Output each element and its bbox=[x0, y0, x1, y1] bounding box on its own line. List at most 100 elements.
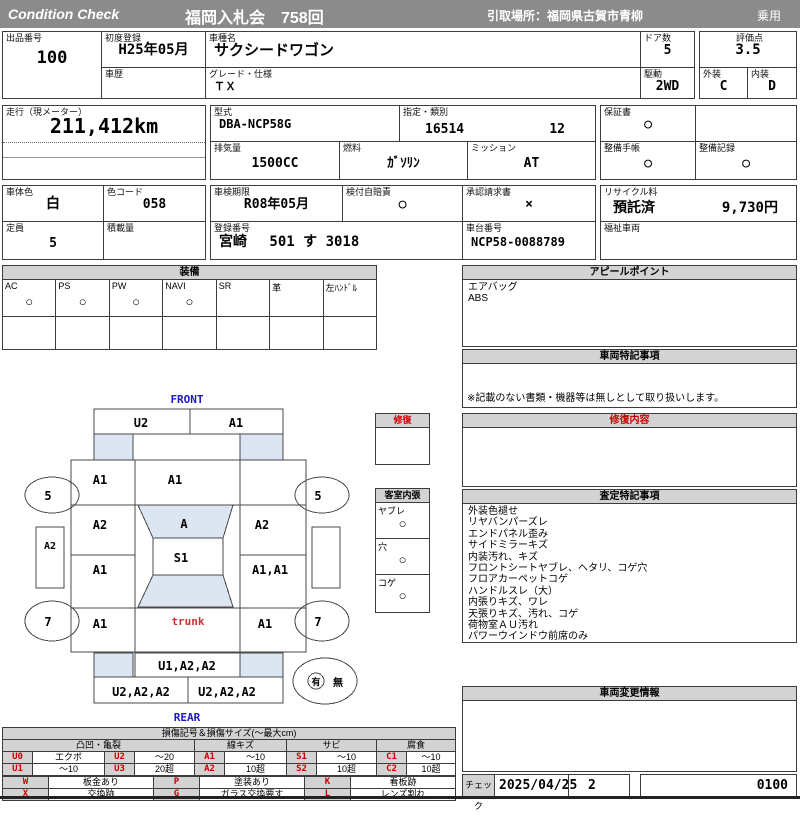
equipment-label: NAVI bbox=[165, 281, 186, 291]
capacity-value: 5 bbox=[49, 236, 57, 251]
assessment-line: ハンドルスレ（大） bbox=[468, 585, 558, 597]
change-info-title: 車両変更情報 bbox=[463, 687, 796, 701]
equipment-label: 左ﾊﾝﾄﾞﾙ bbox=[325, 283, 358, 293]
equipment-empty-cell bbox=[55, 317, 108, 349]
appeal-points-title: アピールポイント bbox=[463, 266, 796, 280]
model-code-value: DBA-NCP58G bbox=[219, 117, 292, 131]
chassis-number-box: 車台番号 NCP58-0088789 bbox=[462, 221, 596, 260]
appeal-line: ABS bbox=[468, 293, 489, 305]
assessment-line: 天張りキズ、汚れ、コゲ bbox=[468, 608, 579, 620]
wheel-size-front-right: 5 bbox=[314, 489, 321, 503]
maintenance-record-box: 整備記録 ○ bbox=[695, 141, 797, 180]
legend-code: U3 bbox=[104, 763, 135, 776]
code-front-bumper-right: A1 bbox=[229, 416, 243, 430]
body-color-box: 車体色 白 bbox=[2, 185, 104, 222]
mark-desc: 板金あり bbox=[48, 776, 154, 789]
appeal-points-section: アピールポイント エアバッグ ABS bbox=[462, 265, 797, 347]
presence-mark-circle bbox=[292, 657, 358, 705]
score-box: 評価点 3.5 bbox=[699, 31, 797, 68]
insurance-box: 検付自賠責 ○ bbox=[342, 185, 463, 222]
assessment-line: フロアカーペットコゲ bbox=[468, 574, 568, 586]
pickup-location: 引取場所：福岡県古賀市青柳 bbox=[487, 9, 644, 23]
score-value: 3.5 bbox=[735, 42, 761, 58]
equipment-empty-cell bbox=[215, 317, 269, 349]
right-door-strip bbox=[311, 526, 341, 589]
appeal-line: エアバッグ bbox=[468, 282, 518, 293]
check-code-box: 0100 bbox=[640, 774, 797, 797]
mileage-value: 211,412km bbox=[49, 114, 159, 138]
equipment-cell-navi: NAVI ○ bbox=[162, 280, 215, 316]
capacity-box: 定員 5 bbox=[2, 221, 104, 260]
code-roof: S1 bbox=[174, 551, 188, 565]
exterior-grade-box: 外装 C bbox=[699, 67, 748, 99]
bottom-rule bbox=[0, 796, 800, 799]
legend-group: 線キズ bbox=[194, 739, 287, 752]
legend-size: 〜10 bbox=[32, 763, 105, 776]
load-box: 積載量 bbox=[103, 221, 206, 260]
legend-code: A1 bbox=[194, 751, 225, 764]
registration-number-box: 登録番号 宮崎 501 す 3018 bbox=[210, 221, 463, 260]
code-rear-bumper-left: U2,A2,A2 bbox=[112, 685, 170, 699]
cowl-left-fill bbox=[93, 433, 134, 461]
model-name-value: サクシードワゴン bbox=[214, 41, 335, 59]
wheel-size-rear-left: 7 bbox=[44, 615, 51, 629]
assessment-line: フロントシートヤブレ、ヘタリ、コゲ穴 bbox=[468, 563, 648, 575]
transmission-value: AT bbox=[523, 156, 540, 171]
change-info-body bbox=[463, 701, 796, 705]
equipment-cell-lhd: 左ﾊﾝﾄﾞﾙ bbox=[322, 280, 376, 316]
class-value-2: 12 bbox=[549, 122, 565, 137]
displacement-label: 排気量 bbox=[214, 143, 242, 153]
change-info-section: 車両変更情報 bbox=[462, 686, 797, 772]
legend-size: 〜20 bbox=[134, 751, 195, 764]
warranty-label: 保証書 bbox=[604, 107, 632, 117]
assessment-line: 荷物室ＡＵ汚れ bbox=[468, 620, 538, 632]
assessment-line: パワーウインドウ前席のみ bbox=[468, 631, 588, 643]
maintenance-book-value: ○ bbox=[644, 156, 652, 171]
assessment-line: リヤバンパーズレ bbox=[468, 517, 548, 529]
legend-code: A2 bbox=[194, 763, 225, 776]
cowl-right-fill bbox=[239, 433, 284, 461]
equipment-label: SR bbox=[218, 281, 232, 291]
equipment-cell-leather: 革 bbox=[269, 280, 322, 316]
maintenance-book-box: 整備手帳 ○ bbox=[600, 141, 696, 180]
repair-content-title: 修復内容 bbox=[463, 414, 796, 428]
divider bbox=[3, 157, 205, 158]
vehicle-notes-title: 車両特記事項 bbox=[463, 350, 796, 364]
recycle-fee-box: リサイクル料 預託済 9,730円 bbox=[600, 185, 797, 222]
interior-grade-label: 内装 bbox=[751, 69, 770, 79]
code-rear-panel: U1,A2,A2 bbox=[158, 659, 216, 673]
chassis-number-label: 車台番号 bbox=[466, 223, 503, 233]
legend-code: S2 bbox=[286, 763, 317, 776]
inspection-value: R08年05月 bbox=[243, 197, 310, 212]
equipment-mark: ○ bbox=[78, 294, 87, 309]
doors-label: ドア数 bbox=[644, 33, 672, 43]
rear-label: REAR bbox=[174, 711, 201, 724]
transmission-label: ミッション bbox=[471, 143, 517, 153]
wheel-size-front-left: 5 bbox=[44, 489, 51, 503]
drive-value: 2WD bbox=[655, 79, 680, 94]
equipment-empty-cell bbox=[322, 317, 376, 349]
legend-title: 損傷記号＆損傷サイズ(〜最大cm) bbox=[1, 727, 457, 740]
approval-value: × bbox=[525, 197, 533, 212]
transmission-box: ミッション AT bbox=[467, 141, 596, 180]
code-side-right-3: A1 bbox=[258, 617, 272, 631]
warranty-value: ○ bbox=[644, 117, 652, 132]
drive-box: 駆動 2WD bbox=[640, 67, 695, 99]
check-code: 0100 bbox=[756, 778, 788, 793]
lot-number-box: 出品番号 100 bbox=[2, 31, 102, 99]
vehicle-category: 乗用 bbox=[757, 9, 782, 23]
maintenance-record-value: ○ bbox=[742, 156, 750, 171]
assessment-line: 内装汚れ、キズ bbox=[468, 551, 539, 563]
registration-number-label: 登録番号 bbox=[214, 223, 251, 233]
assessment-line: 外装色褪せ bbox=[468, 506, 518, 517]
assessment-line: サイドミラーキズ bbox=[468, 540, 548, 552]
code-side-left-1: A2 bbox=[93, 518, 107, 532]
code-side-right-1: A2 bbox=[255, 518, 269, 532]
inspection-box: 車検期限 R08年05月 bbox=[210, 185, 343, 222]
code-hood-left: A1 bbox=[93, 473, 107, 487]
code-side-left-2: A1 bbox=[93, 563, 107, 577]
legend-group: サビ bbox=[286, 739, 377, 752]
equipment-label: 革 bbox=[272, 283, 282, 293]
presence-yes: 有 bbox=[311, 676, 320, 688]
recycle-status-value: 預託済 bbox=[613, 200, 655, 216]
